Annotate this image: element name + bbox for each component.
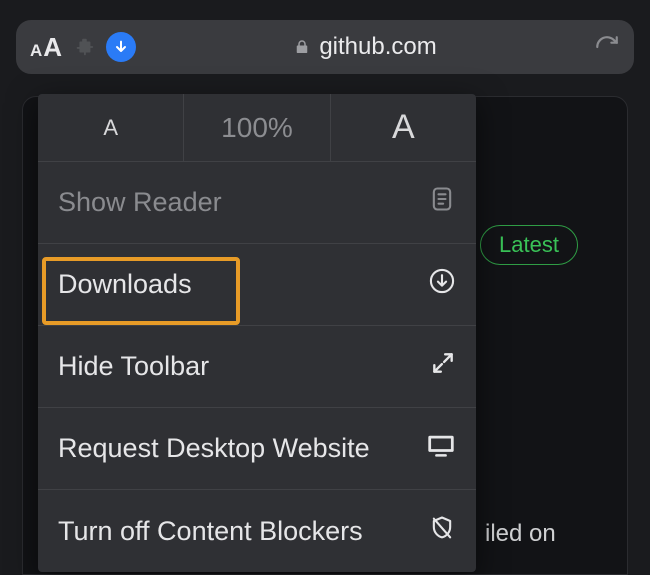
zoom-in-button[interactable]: A (330, 94, 476, 161)
page-text-snippet: iled on (485, 520, 556, 548)
latest-badge: Latest (480, 225, 578, 265)
menu-item-downloads[interactable]: Downloads (38, 244, 476, 326)
menu-item-label: Turn off Content Blockers (58, 516, 363, 547)
menu-item-label: Show Reader (58, 187, 222, 218)
menu-item-desktop[interactable]: Request Desktop Website (38, 408, 476, 490)
reader-icon (428, 185, 456, 220)
aa-menu-button[interactable]: AA (30, 32, 62, 63)
downloads-badge-icon[interactable] (106, 32, 136, 62)
expand-icon (430, 350, 456, 383)
lock-icon (293, 38, 311, 56)
zoom-controls: A 100% A (38, 94, 476, 162)
menu-item-content-blockers[interactable]: Turn off Content Blockers (38, 490, 476, 572)
menu-item-label: Request Desktop Website (58, 433, 370, 464)
zoom-out-button[interactable]: A (38, 94, 183, 161)
url-display[interactable]: github.com (146, 33, 584, 61)
download-icon (428, 267, 456, 302)
menu-item-label: Downloads (58, 269, 192, 300)
desktop-icon (426, 431, 456, 466)
aa-popover-menu: A 100% A Show Reader Downloads Hide Tool… (38, 94, 476, 572)
menu-item-reader: Show Reader (38, 162, 476, 244)
extension-icon[interactable] (72, 35, 96, 59)
address-bar[interactable]: AA github.com (16, 20, 634, 74)
url-domain: github.com (319, 33, 436, 61)
shield-off-icon (428, 514, 456, 549)
menu-item-hide-toolbar[interactable]: Hide Toolbar (38, 326, 476, 408)
reload-button[interactable] (594, 34, 620, 60)
zoom-level[interactable]: 100% (183, 94, 329, 161)
menu-item-label: Hide Toolbar (58, 351, 209, 382)
